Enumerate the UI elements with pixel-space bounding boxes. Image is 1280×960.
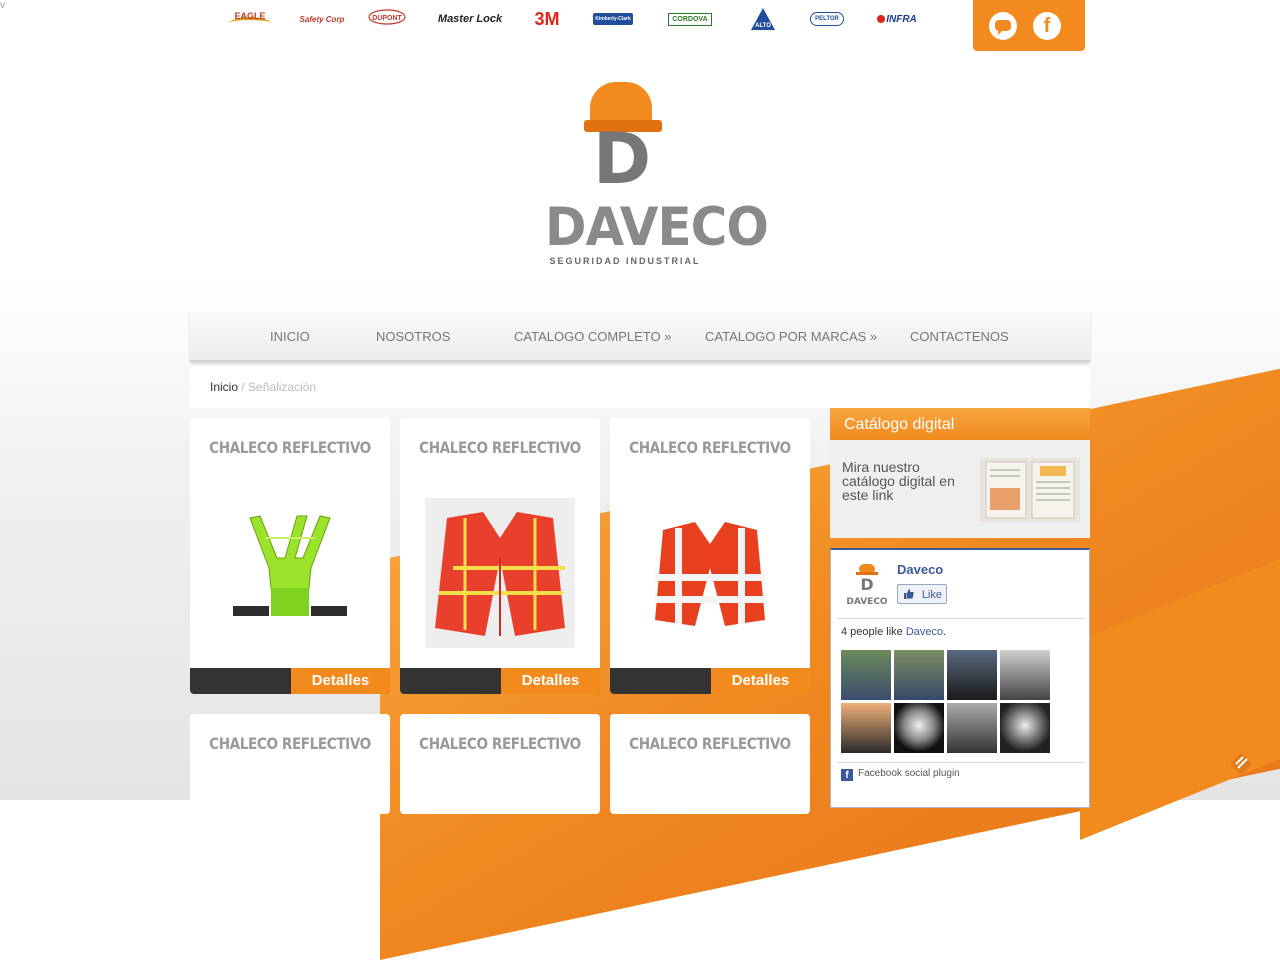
- striped-vest-image: [655, 522, 765, 626]
- breadcrumb-separator: /: [241, 380, 245, 394]
- breadcrumb-current: Señalización: [248, 380, 317, 394]
- fan-avatar[interactable]: [1000, 650, 1050, 700]
- eagle-logo-icon: EAGLE: [228, 11, 272, 22]
- nav-item-nosotros[interactable]: NOSOTROS: [376, 329, 450, 344]
- facebook-glyph: f: [1043, 15, 1051, 37]
- digital-catalog-header: Catálogo digital: [830, 408, 1090, 440]
- brand-logo-infra[interactable]: INFRA: [872, 8, 922, 30]
- social-links: f: [973, 0, 1085, 51]
- fan-avatar[interactable]: [841, 650, 891, 700]
- brand-name: Master Lock: [437, 13, 503, 25]
- nav-item-catalogo-completo[interactable]: CATALOGO COMPLETO »: [514, 329, 671, 344]
- brand-logo-kimberly-clark[interactable]: Kimberly-Clark: [592, 8, 634, 30]
- nav-item-inicio[interactable]: INICIO: [270, 329, 310, 344]
- fan-avatar[interactable]: [947, 703, 997, 753]
- brand-logo-3m[interactable]: 3M: [530, 8, 564, 30]
- corner-mark: v: [0, 0, 5, 11]
- logo-letter: D: [592, 118, 652, 200]
- product-card[interactable]: CHALECO REFLECTIVO: [190, 714, 390, 814]
- product-title: CHALECO REFLECTIVO: [209, 438, 371, 457]
- facebook-icon[interactable]: f: [1033, 12, 1061, 40]
- nav-item-contactenos[interactable]: CONTACTENOS: [910, 329, 1009, 344]
- brand-name: CORDOVA: [668, 12, 712, 26]
- chat-bubble-glyph: [995, 20, 1011, 35]
- breadcrumb: Inicio / Señalización: [190, 366, 1090, 408]
- brand-logo-eagle[interactable]: EAGLE: [226, 8, 274, 30]
- fb-likes-link[interactable]: Daveco: [906, 626, 943, 638]
- product-title: CHALECO REFLECTIVO: [419, 734, 581, 753]
- thumbs-up-icon: [904, 589, 914, 599]
- fb-page-name[interactable]: Daveco: [897, 562, 943, 577]
- brand-name: Kimberly-Clark: [593, 13, 633, 25]
- brand-logo-safetycorp[interactable]: Safety Corp: [299, 8, 345, 30]
- logo-name: DAVECO: [545, 196, 769, 258]
- brand-name: EAGLE: [234, 11, 265, 21]
- product-card[interactable]: CHALECO REFLECTIVO Detalles: [400, 418, 600, 694]
- site-logo-mark[interactable]: D: [584, 80, 664, 200]
- details-button[interactable]: Detalles: [291, 668, 390, 694]
- facebook-small-icon: f: [841, 769, 853, 781]
- brand-logo-dupont[interactable]: DUPONT: [360, 8, 414, 30]
- main-nav: INICIO NOSOTROS CATALOGO COMPLETO » CATA…: [190, 312, 1090, 362]
- product-title: CHALECO REFLECTIVO: [209, 734, 371, 753]
- details-button[interactable]: Detalles: [501, 668, 600, 694]
- brand-logo-peltor[interactable]: PELTOR: [808, 8, 846, 30]
- catalog-thumbnail-image[interactable]: [980, 458, 1080, 522]
- brand-name: DUPONT: [372, 15, 402, 22]
- fb-likes-prefix: 4 people like: [841, 626, 906, 638]
- fan-avatar[interactable]: [894, 650, 944, 700]
- fan-avatar[interactable]: [1000, 703, 1050, 753]
- fb-plugin-text: Facebook social plugin: [858, 768, 960, 779]
- product-card[interactable]: CHALECO REFLECTIVO Detalles: [190, 418, 390, 694]
- brand-logo-cordova[interactable]: CORDOVA: [664, 8, 716, 30]
- svg-text:D: D: [860, 575, 873, 594]
- brand-name: ALTO: [755, 23, 771, 29]
- brand-logo-masterlock[interactable]: Master Lock: [437, 8, 503, 30]
- card-footer: Detalles: [400, 668, 600, 694]
- fan-avatar[interactable]: [947, 650, 997, 700]
- facebook-like-box: D DAVECO Daveco Like 4 people like Davec…: [830, 548, 1090, 808]
- fan-avatar[interactable]: [841, 703, 891, 753]
- infra-mark-icon: [877, 15, 886, 23]
- product-title: CHALECO REFLECTIVO: [629, 438, 791, 457]
- divider: [837, 618, 1085, 619]
- brand-logo-alto[interactable]: ALTO: [748, 8, 778, 30]
- brand-name: INFRA: [886, 13, 917, 25]
- logo-tagline: SEGURIDAD INDUSTRIAL: [549, 256, 701, 266]
- card-footer: Detalles: [190, 668, 390, 694]
- fb-likes-suffix: .: [943, 626, 947, 638]
- alto-logo-icon: ALTO: [751, 8, 775, 30]
- product-title: CHALECO REFLECTIVO: [419, 438, 581, 457]
- daveco-page-avatar[interactable]: D DAVECO: [845, 562, 889, 608]
- card-footer: Detalles: [610, 668, 810, 694]
- dupont-logo-icon: DUPONT: [368, 9, 406, 25]
- nav-item-catalogo-marcas[interactable]: CATALOGO POR MARCAS »: [705, 329, 877, 344]
- digital-catalog-text[interactable]: Mira nuestro catálogo digital en este li…: [842, 460, 967, 502]
- breadcrumb-home[interactable]: Inicio: [210, 380, 238, 394]
- mesh-vest-image: [425, 498, 575, 648]
- fb-like-button[interactable]: Like: [897, 584, 947, 604]
- fan-avatar[interactable]: [894, 703, 944, 753]
- fb-like-label: Like: [921, 589, 942, 601]
- product-card[interactable]: CHALECO REFLECTIVO: [400, 714, 600, 814]
- fb-avatar-text: DAVECO: [846, 597, 888, 607]
- details-button[interactable]: Detalles: [711, 668, 810, 694]
- feedback-widget-icon[interactable]: [1229, 752, 1253, 776]
- brand-name: 3M: [534, 8, 560, 29]
- digital-catalog-widget[interactable]: Catálogo digital Mira nuestro catálogo d…: [830, 408, 1090, 538]
- divider: [837, 762, 1085, 763]
- product-title: CHALECO REFLECTIVO: [629, 734, 791, 753]
- chat-bubble-icon[interactable]: [989, 12, 1017, 40]
- fb-social-plugin-label[interactable]: f Facebook social plugin: [841, 768, 960, 781]
- brand-name: Safety Corp: [299, 14, 345, 24]
- brand-name: PELTOR: [810, 12, 844, 26]
- fb-likes-count: 4 people like Daveco.: [841, 626, 946, 638]
- digital-catalog-title: Catálogo digital: [844, 416, 955, 433]
- product-card[interactable]: CHALECO REFLECTIVO Detalles: [610, 418, 810, 694]
- product-card[interactable]: CHALECO REFLECTIVO: [610, 714, 810, 814]
- harness-vest-image: [233, 515, 347, 616]
